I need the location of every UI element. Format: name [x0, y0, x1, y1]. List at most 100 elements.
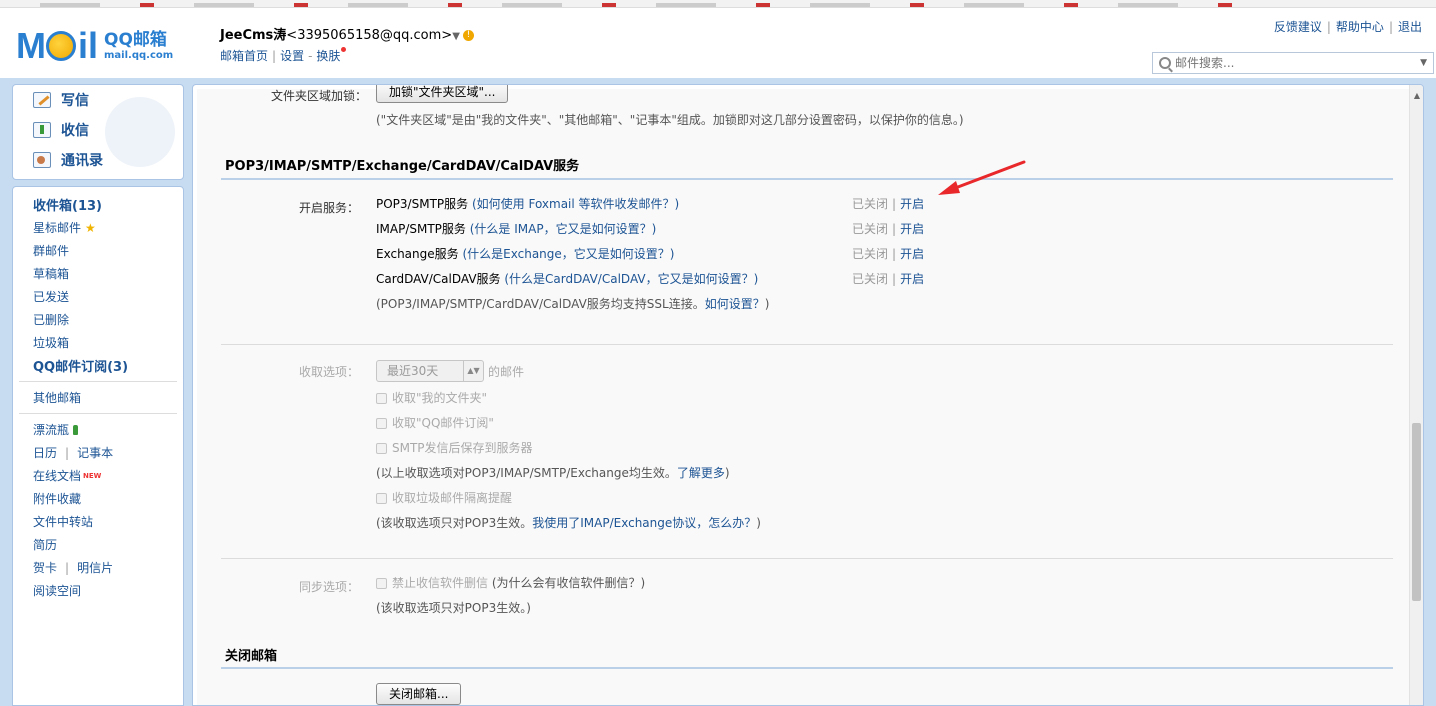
- carddav-help-link[interactable]: (什么是CardDAV/CalDAV，它又是如何设置？): [504, 272, 758, 286]
- receive-subscriptions-option[interactable]: 收取"QQ邮件订阅": [376, 414, 494, 431]
- receive-my-folders-option[interactable]: 收取"我的文件夹": [376, 389, 487, 406]
- scroll-up-icon[interactable]: ▲: [1414, 91, 1420, 100]
- greeting-card-link[interactable]: 贺卡: [33, 559, 57, 576]
- sidebar-actions: 写信 收信 通讯录: [12, 84, 184, 180]
- section-divider: [221, 667, 1393, 669]
- service-row-carddav: CardDAV/CalDAV服务 (什么是CardDAV/CalDAV，它又是如…: [376, 272, 759, 286]
- ssl-howto-link[interactable]: 如何设置？: [705, 297, 765, 311]
- sidebar-item-spam[interactable]: 垃圾箱: [13, 331, 183, 354]
- sidebar-item-bottle[interactable]: 漂流瓶: [13, 418, 183, 441]
- logo-brand: QQ邮箱: [104, 30, 167, 51]
- pop3-status: 已关闭 | 开启: [852, 197, 925, 211]
- bookmarks-bar: [0, 0, 1436, 8]
- close-section-title: 关闭邮箱: [225, 649, 278, 664]
- sync-hint: (该收取选项只对POP3生效。): [376, 601, 531, 615]
- logo-bell-icon: [46, 31, 76, 61]
- folder-lock-label: 文件夹区域加锁：: [270, 89, 367, 103]
- sidebar-item-subscriptions[interactable]: QQ邮件订阅(3): [13, 354, 183, 377]
- smtp-save-option[interactable]: SMTP发信后保存到服务器: [376, 439, 533, 456]
- exchange-status: 已关闭 | 开启: [852, 247, 925, 261]
- account-dropdown-icon[interactable]: ▼: [452, 31, 460, 42]
- search-dropdown-icon[interactable]: ▼: [1420, 58, 1427, 68]
- checkbox[interactable]: [376, 443, 387, 454]
- scrollbar[interactable]: ▲: [1409, 85, 1423, 705]
- calendar-link[interactable]: 日历: [33, 444, 57, 461]
- learn-more-link[interactable]: 了解更多: [677, 466, 725, 480]
- write-icon: [33, 92, 51, 108]
- pop3-enable-link[interactable]: 开启: [900, 197, 924, 211]
- checkbox[interactable]: [376, 578, 387, 589]
- exchange-help-link[interactable]: (什么是Exchange，它又是如何设置？): [462, 247, 674, 261]
- carddav-status: 已关闭 | 开启: [852, 272, 925, 286]
- sidebar-divider: [19, 381, 177, 382]
- settings-link[interactable]: 设置: [280, 49, 304, 63]
- pop3-help-link[interactable]: (如何使用 Foxmail 等软件收发邮件？): [472, 197, 679, 211]
- folder-list: 收件箱(13) 星标邮件 ★ 群邮件 草稿箱 已发送 已删除 垃圾箱 QQ邮件订阅…: [12, 186, 184, 706]
- skin-link[interactable]: 换肤: [316, 49, 340, 63]
- receive-options-label: 收取选项：: [298, 365, 359, 379]
- contacts-button[interactable]: 通讯录: [13, 145, 183, 175]
- contacts-icon: [33, 152, 51, 168]
- why-delete-link[interactable]: (为什么会有收信软件删信？): [492, 576, 645, 590]
- annotation-arrow-icon: [938, 160, 1026, 195]
- sidebar-item-resume[interactable]: 简历: [13, 533, 183, 556]
- sidebar-item-sent[interactable]: 已发送: [13, 285, 183, 308]
- imap-enable-link[interactable]: 开启: [900, 222, 924, 236]
- section-divider: [221, 558, 1393, 559]
- sidebar-item-reading[interactable]: 阅读空间: [13, 579, 183, 602]
- sidebar-item-docs[interactable]: 在线文档 NEW: [13, 464, 183, 487]
- warning-icon[interactable]: !: [462, 30, 474, 41]
- receive-button[interactable]: 收信: [13, 115, 183, 145]
- sidebar-item-drafts[interactable]: 草稿箱: [13, 262, 183, 285]
- select-updown-icon: ▲▼: [463, 361, 483, 381]
- feedback-link[interactable]: 反馈建议: [1274, 20, 1322, 34]
- logout-link[interactable]: 退出: [1398, 20, 1422, 34]
- receive-range-select[interactable]: 最近30天 ▲▼: [376, 360, 484, 382]
- section-divider: [221, 178, 1393, 180]
- mail-search-box[interactable]: ▼: [1152, 52, 1434, 74]
- carddav-enable-link[interactable]: 开启: [900, 272, 924, 286]
- qq-mail-logo[interactable]: Mil QQ邮箱 mail.qq.com: [16, 25, 174, 66]
- service-row-imap: IMAP/SMTP服务 (什么是 IMAP，它又是如何设置？): [376, 222, 657, 236]
- sidebar-item-cards: 贺卡 | 明信片: [33, 559, 114, 576]
- sidebar-divider: [19, 413, 177, 414]
- checkbox[interactable]: [376, 493, 387, 504]
- user-block: JeeCms涛<3395065158@qq.com>▼! 邮箱首页 | 设置 - 换肤: [220, 24, 474, 64]
- top-links: 反馈建议 | 帮助中心 | 退出: [1273, 20, 1422, 34]
- imap-exchange-help-link[interactable]: 我使用了IMAP/Exchange协议，怎么办？: [532, 516, 756, 530]
- new-badge: NEW: [83, 471, 102, 480]
- new-dot-icon: [341, 47, 347, 52]
- sidebar-item-file-transfer[interactable]: 文件中转站: [13, 510, 183, 533]
- bottle-icon: [73, 424, 79, 435]
- no-delete-option[interactable]: 禁止收信软件删信 (为什么会有收信软件删信？): [376, 574, 645, 591]
- pop-section-title: POP3/IMAP/SMTP/Exchange/CardDAV/CalDAV服务: [225, 159, 580, 174]
- scrollbar-thumb[interactable]: [1412, 423, 1421, 601]
- compose-button[interactable]: 写信: [13, 85, 183, 115]
- close-mailbox-button[interactable]: 关闭邮箱...: [376, 683, 462, 705]
- postcard-link[interactable]: 明信片: [77, 559, 113, 576]
- sidebar-item-inbox[interactable]: 收件箱(13): [13, 193, 183, 216]
- mail-home-link[interactable]: 邮箱首页: [220, 49, 268, 63]
- mail-search-input[interactable]: [1175, 56, 1415, 70]
- sidebar-item-group[interactable]: 群邮件: [13, 239, 183, 262]
- spam-reminder-option[interactable]: 收取垃圾邮件隔离提醒: [376, 489, 512, 506]
- imap-status: 已关闭 | 开启: [852, 222, 925, 236]
- logo-domain: mail.qq.com: [104, 49, 174, 61]
- folder-lock-button[interactable]: 加锁"文件夹区域"...: [376, 85, 509, 103]
- help-link[interactable]: 帮助中心: [1336, 20, 1384, 34]
- notes-link[interactable]: 记事本: [77, 444, 113, 461]
- checkbox[interactable]: [376, 418, 387, 429]
- section-divider: [221, 344, 1393, 345]
- sidebar-item-attachments[interactable]: 附件收藏: [13, 487, 183, 510]
- exchange-enable-link[interactable]: 开启: [900, 247, 924, 261]
- receive-hint: (以上收取选项对POP3/IMAP/SMTP/Exchange均生效。了解更多): [376, 466, 730, 480]
- settings-panel: 文件夹区域加锁： 加锁"文件夹区域"... ("文件夹区域"是由"我的文件夹"、…: [192, 84, 1424, 706]
- enable-service-label: 开启服务：: [298, 201, 359, 215]
- sidebar-item-other-mailboxes[interactable]: 其他邮箱: [13, 386, 183, 409]
- sidebar-item-deleted[interactable]: 已删除: [13, 308, 183, 331]
- sidebar-item-starred[interactable]: 星标邮件 ★: [13, 216, 183, 239]
- checkbox[interactable]: [376, 393, 387, 404]
- imap-help-link[interactable]: (什么是 IMAP，它又是如何设置？): [470, 222, 657, 236]
- user-email: <3395065158@qq.com>: [286, 28, 453, 43]
- folder-lock-hint: ("文件夹区域"是由"我的文件夹"、"其他邮箱"、"记事本"组成。加锁即对这几部…: [376, 113, 964, 127]
